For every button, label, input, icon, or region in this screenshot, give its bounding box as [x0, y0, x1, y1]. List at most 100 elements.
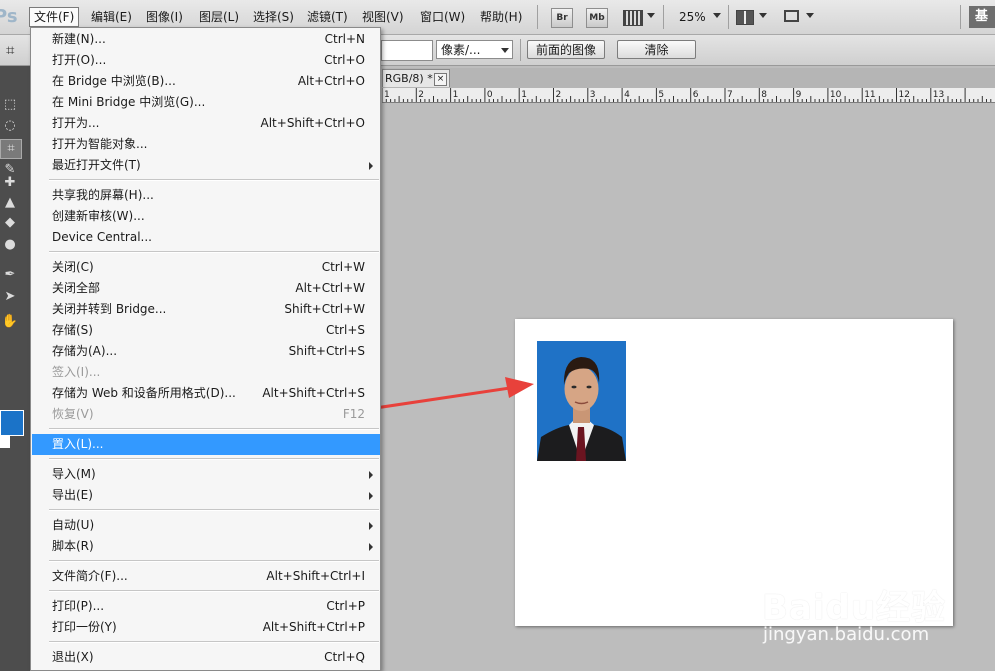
zoom-level[interactable]: 25% [679, 10, 706, 24]
file-menu-item[interactable]: 打开为... Alt+Shift+Ctrl+O [32, 113, 380, 134]
menu-filter[interactable]: 滤镜(T) [303, 8, 352, 26]
menubar-separator [960, 5, 961, 29]
menu-item-shortcut: Alt+Ctrl+W [295, 281, 365, 295]
menu-file[interactable]: 文件(F) [29, 7, 80, 27]
menu-view[interactable]: 视图(V) [358, 8, 408, 26]
file-menu-item[interactable]: 签入(I)... [32, 362, 380, 383]
file-menu-item[interactable]: 打印一份(Y) Alt+Shift+Ctrl+P [32, 617, 380, 638]
pen-icon[interactable]: ✒ [0, 266, 20, 284]
arrange-dropdown-icon[interactable] [759, 13, 767, 18]
file-menu-item[interactable]: 导出(E) [32, 485, 380, 506]
menu-edit[interactable]: 编辑(E) [87, 8, 136, 26]
clone-stamp-icon[interactable]: ▲ [0, 194, 20, 212]
file-menu-item[interactable]: 脚本(R) [32, 536, 380, 557]
ruler-label: 12 [899, 90, 910, 100]
background-color-swatch[interactable] [0, 436, 10, 448]
submenu-arrow-icon [369, 162, 373, 170]
ruler-label: 11 [864, 90, 875, 100]
ruler-label: 2 [556, 90, 562, 100]
blur-icon[interactable]: ● [0, 236, 20, 254]
file-menu-item[interactable]: 文件简介(F)... Alt+Shift+Ctrl+I [32, 566, 380, 587]
menu-item-label: 脚本(R) [52, 539, 94, 553]
ruler-label: 1 [521, 90, 527, 100]
menu-separator [49, 590, 379, 592]
menu-item-shortcut: Alt+Shift+Ctrl+O [260, 116, 365, 130]
screen-mode-dropdown-icon[interactable] [806, 13, 814, 18]
document-tab-strip [382, 68, 995, 89]
submenu-arrow-icon [369, 522, 373, 530]
close-icon[interactable]: × [434, 73, 447, 86]
menu-item-label: 打开为智能对象... [52, 137, 148, 151]
lasso-icon[interactable]: ◌ [0, 117, 20, 135]
file-menu-item[interactable]: 打开(O)... Ctrl+O [32, 50, 380, 71]
mini-bridge-button[interactable]: Mb [586, 8, 608, 28]
menu-item-label: 导入(M) [52, 467, 96, 481]
menu-item-label: 在 Mini Bridge 中浏览(G)... [52, 95, 206, 109]
menu-item-label: 最近打开文件(T) [52, 158, 141, 172]
file-menu-item[interactable]: 导入(M) [32, 464, 380, 485]
workspace-button[interactable]: 基 [969, 6, 995, 28]
clear-button[interactable]: 清除 [617, 40, 696, 59]
view-extras-icon[interactable] [623, 10, 643, 26]
view-extras-dropdown-icon[interactable] [647, 13, 655, 18]
file-menu-item[interactable]: 新建(N)... Ctrl+N [32, 29, 380, 50]
path-select-icon[interactable]: ➤ [0, 288, 20, 306]
submenu-arrow-icon [369, 492, 373, 500]
file-menu-item[interactable]: 关闭(C) Ctrl+W [32, 257, 380, 278]
menu-layer[interactable]: 图层(L) [195, 8, 243, 26]
file-menu-item[interactable]: 关闭全部 Alt+Ctrl+W [32, 278, 380, 299]
menu-item-label: 存储为 Web 和设备所用格式(D)... [52, 386, 236, 400]
file-menu-item[interactable]: 退出(X) Ctrl+Q [32, 647, 380, 668]
file-menu-item[interactable]: 在 Mini Bridge 中浏览(G)... [32, 92, 380, 113]
menu-item-label: 打印一份(Y) [52, 620, 117, 634]
menu-separator [49, 458, 379, 460]
menu-item-label: 存储为(A)... [52, 344, 118, 358]
document-tab[interactable]: RGB/8) * × [382, 69, 450, 87]
file-menu-item[interactable]: 打开为智能对象... [32, 134, 380, 155]
ruler-label: 1 [384, 90, 390, 100]
file-menu-item[interactable]: 共享我的屏幕(H)... [32, 185, 380, 206]
menu-item-label: Device Central... [52, 230, 152, 244]
menu-help[interactable]: 帮助(H) [476, 8, 526, 26]
menu-window[interactable]: 窗口(W) [416, 8, 469, 26]
screen-mode-icon[interactable] [784, 10, 799, 22]
file-menu-item[interactable]: 自动(U) [32, 515, 380, 536]
menu-item-label: 创建新审核(W)... [52, 209, 145, 223]
units-select[interactable]: 像素/... [436, 40, 513, 59]
crop-tool-icon[interactable]: ⌗ [6, 41, 14, 59]
menu-item-shortcut: Ctrl+P [326, 599, 365, 613]
horizontal-ruler[interactable]: 1 2 1 0 1 2 3 4 5 6 7 8 9 10 11 12 13 [382, 88, 995, 103]
crop-icon[interactable]: ⌗ [0, 139, 22, 159]
bridge-button[interactable]: Br [551, 8, 573, 28]
file-menu-item[interactable]: 存储(S) Ctrl+S [32, 320, 380, 341]
toolbox: ⬚ ◌ ⌗ ✎ ✚ ▲ ◆ ● ✒ ➤ ✋ [0, 66, 30, 671]
file-menu-item[interactable]: 最近打开文件(T) [32, 155, 380, 176]
menu-select[interactable]: 选择(S) [249, 8, 298, 26]
foreground-color-swatch[interactable] [0, 410, 24, 436]
hand-icon[interactable]: ✋ [0, 313, 20, 331]
menu-image[interactable]: 图像(I) [142, 8, 187, 26]
marquee-icon[interactable]: ⬚ [0, 96, 20, 114]
file-menu-item[interactable]: 关闭并转到 Bridge... Shift+Ctrl+W [32, 299, 380, 320]
ruler-label: 9 [796, 90, 802, 100]
file-menu-item[interactable]: 存储为 Web 和设备所用格式(D)... Alt+Shift+Ctrl+S [32, 383, 380, 404]
submenu-arrow-icon [369, 543, 373, 551]
file-menu-item[interactable]: 存储为(A)... Shift+Ctrl+S [32, 341, 380, 362]
file-menu-item[interactable]: 创建新审核(W)... [32, 206, 380, 227]
arrange-documents-icon[interactable] [736, 10, 754, 25]
front-image-button[interactable]: 前面的图像 [527, 40, 605, 59]
menu-item-shortcut: Ctrl+W [321, 260, 365, 274]
ruler-ticks: 1 2 1 0 1 2 3 4 5 6 7 8 9 10 11 12 13 [382, 88, 992, 102]
file-menu-item[interactable]: 打印(P)... Ctrl+P [32, 596, 380, 617]
ruler-label: 5 [658, 90, 664, 100]
file-menu-item[interactable]: 恢复(V) F12 [32, 404, 380, 425]
eraser-icon[interactable]: ◆ [0, 214, 20, 232]
ruler-label: 8 [761, 90, 767, 100]
file-menu-item[interactable]: 置入(L)... [32, 434, 380, 455]
zoom-dropdown-icon[interactable] [713, 13, 721, 18]
file-menu-item[interactable]: 在 Bridge 中浏览(B)... Alt+Ctrl+O [32, 71, 380, 92]
file-menu-item[interactable]: Device Central... [32, 227, 380, 248]
healing-brush-icon[interactable]: ✚ [0, 174, 20, 192]
baidu-watermark-logo: Baidu经验 [762, 588, 947, 628]
resolution-input[interactable] [381, 40, 433, 61]
